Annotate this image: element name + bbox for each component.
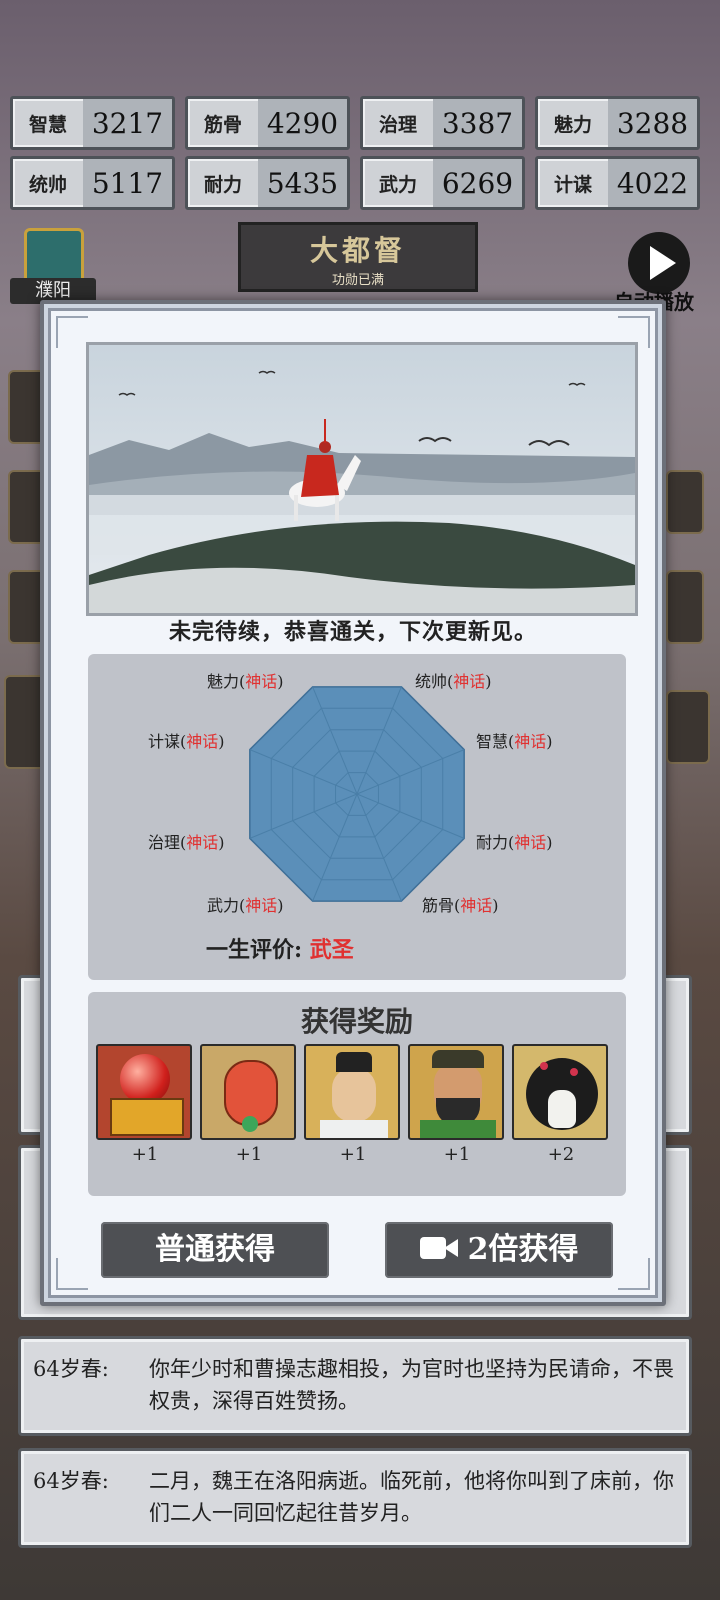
reward-item[interactable]: +1: [408, 1044, 506, 1165]
stat-name: 筋骨: [203, 113, 242, 136]
bearded-general-portrait: [408, 1044, 504, 1140]
stat-value: 3217: [83, 99, 172, 147]
attribute-radar-panel: 魅力(神话) 统帅(神话) 计谋(神话) 智慧(神话) 治理(神话) 耐力(神话…: [88, 654, 626, 980]
stat-value: 4022: [608, 159, 697, 207]
stat-command: 统帅 5117: [10, 156, 175, 210]
stat-governance: 治理 3387: [360, 96, 525, 150]
stat-physique: 筋骨 4290: [185, 96, 350, 150]
radar-chart: [249, 686, 465, 902]
log-age: 64岁春:: [33, 1357, 109, 1381]
stat-name: 武力: [378, 173, 417, 196]
red-orb-chest-icon: [96, 1044, 192, 1140]
stat-value: 3387: [433, 99, 522, 147]
stat-value: 5117: [83, 159, 172, 207]
rank-plaque: 大都督 功勋已满: [238, 222, 478, 292]
stat-grid: 智慧 3217 筋骨 4290 治理 3387 魅力 3288 统帅 5117 耐力 543…: [10, 96, 710, 216]
reward-panel: 获得奖励 +1 +1 +1 +1 +2: [88, 992, 626, 1196]
stat-name: 智慧: [28, 113, 67, 136]
reward-count: +1: [443, 1144, 471, 1165]
log-card: 64岁春: 二月，魏王在洛阳病逝。临死前，他将你叫到了床前，你们二人一同回忆起往…: [18, 1448, 692, 1548]
life-evaluation-value: 武圣: [309, 937, 354, 963]
log-card: 64岁春: 你年少时和曹操志趣相投，为官时也坚持为民请命，不畏权贵，深得百姓赞扬…: [18, 1336, 692, 1436]
attr-label-strategy: 计谋(神话): [148, 732, 225, 751]
video-camera-icon: [419, 1235, 460, 1261]
stat-name: 魅力: [553, 113, 592, 136]
life-evaluation: 一生评价: 武圣: [206, 937, 354, 963]
scholar-general-portrait: [304, 1044, 400, 1140]
double-claim-button[interactable]: 2倍获得: [385, 1222, 613, 1278]
reward-item[interactable]: +2: [512, 1044, 610, 1165]
stat-value: 5435: [258, 159, 347, 207]
attr-label-physique: 筋骨(神话): [422, 896, 499, 915]
stat-force: 武力 6269: [360, 156, 525, 210]
stat-endurance: 耐力 5435: [185, 156, 350, 210]
stat-charm: 魅力 3288: [535, 96, 700, 150]
reward-count: +1: [235, 1144, 263, 1165]
ending-illustration: [86, 342, 638, 616]
log-age: 64岁春:: [33, 1469, 109, 1493]
reward-count: +1: [339, 1144, 367, 1165]
red-lantern-icon: [200, 1044, 296, 1140]
reward-item[interactable]: +1: [200, 1044, 298, 1165]
rank-title: 大都督: [309, 234, 406, 267]
double-claim-label: 2倍获得: [467, 1232, 579, 1267]
stat-name: 统帅: [28, 173, 67, 196]
stat-name: 治理: [378, 113, 417, 136]
stat-value: 4290: [258, 99, 347, 147]
normal-claim-button[interactable]: 普通获得: [101, 1222, 329, 1278]
stat-value: 6269: [433, 159, 522, 207]
ending-caption: 未完待续，恭喜通关，下次更新见。: [168, 619, 537, 645]
attr-label-charm: 魅力(神话): [207, 672, 284, 691]
attr-label-endurance: 耐力(神话): [476, 833, 553, 852]
log-text: 二月，魏王在洛阳病逝。临死前，他将你叫到了床前，你们二人一同回忆起往昔岁月。: [149, 1469, 674, 1525]
stat-wisdom: 智慧 3217: [10, 96, 175, 150]
attr-label-governance: 治理(神话): [148, 833, 225, 852]
side-menu-icon[interactable]: [666, 470, 704, 534]
side-menu-icon[interactable]: [666, 690, 710, 764]
reward-item[interactable]: +1: [96, 1044, 194, 1165]
stat-strategy: 计谋 4022: [535, 156, 700, 210]
reward-count: +2: [547, 1144, 575, 1165]
attr-label-force: 武力(神话): [207, 896, 284, 915]
stat-name: 耐力: [203, 173, 242, 196]
reward-count: +1: [131, 1144, 159, 1165]
plum-vase-icon: [512, 1044, 608, 1140]
reward-item[interactable]: +1: [304, 1044, 402, 1165]
rank-subtitle: 功勋已满: [331, 273, 384, 288]
side-menu-icon[interactable]: [666, 570, 704, 644]
attr-label-wisdom: 智慧(神话): [476, 732, 553, 751]
attr-label-command: 统帅(神话): [415, 672, 492, 691]
ending-modal: 未完待续，恭喜通关，下次更新见。 魅力(神话) 统帅(神话) 计谋(神话) 智慧…: [40, 300, 666, 1306]
log-text: 你年少时和曹操志趣相投，为官时也坚持为民请命，不畏权贵，深得百姓赞扬。: [149, 1357, 674, 1413]
stat-name: 计谋: [553, 173, 592, 196]
stat-value: 3288: [608, 99, 697, 147]
reward-title: 获得奖励: [300, 1005, 413, 1038]
